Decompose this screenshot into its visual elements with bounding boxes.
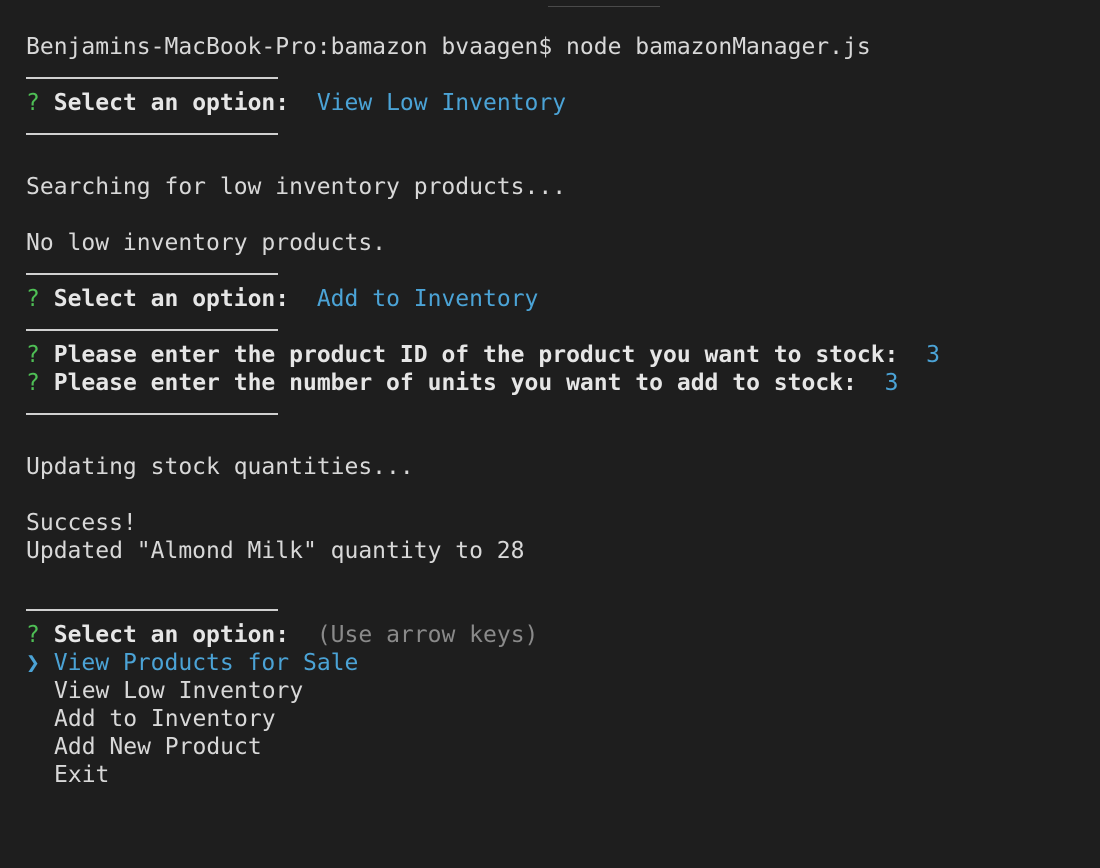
question-mark: ?: [26, 622, 40, 648]
prompt-label: Select an option:: [53, 286, 290, 312]
window-top-edge: [548, 6, 660, 7]
menu-item-view-low-inventory[interactable]: View Low Inventory: [26, 677, 1086, 705]
prompt-select-option-2: ? Select an option: Add to Inventory: [26, 285, 1086, 313]
menu-item-label: Exit: [54, 762, 110, 788]
separator: [26, 397, 1086, 425]
status-searching: Searching for low inventory products...: [26, 174, 567, 200]
command-line: Benjamins-MacBook-Pro:bamazon bvaagen$ n…: [26, 34, 871, 60]
status-updated-quantity: Updated "Almond Milk" quantity to 28: [26, 538, 525, 564]
prompt-answer: View Low Inventory: [316, 90, 567, 116]
menu-item-add-to-inventory[interactable]: Add to Inventory: [26, 705, 1086, 733]
question-mark: ?: [26, 342, 40, 368]
separator: [26, 593, 1086, 621]
prompt-label: Please enter the product ID of the produ…: [53, 342, 899, 368]
separator: [26, 61, 1086, 89]
menu-item-label: View Products for Sale: [53, 650, 359, 676]
prompt-select-option-3: ? Select an option: (Use arrow keys): [26, 621, 1086, 649]
question-mark: ?: [26, 370, 40, 396]
prompt-answer: 3: [884, 370, 899, 396]
menu-item-add-new-product[interactable]: Add New Product: [26, 733, 1086, 761]
prompt-product-id: ? Please enter the product ID of the pro…: [26, 341, 1086, 369]
separator: [26, 257, 1086, 285]
prompt-answer: 3: [926, 342, 940, 368]
separator: [26, 117, 1086, 145]
status-success: Success!: [26, 510, 137, 536]
prompt-label: Select an option:: [53, 90, 290, 116]
prompt-answer: Add to Inventory: [316, 286, 539, 312]
question-mark: ?: [26, 90, 40, 116]
separator: [26, 313, 1086, 341]
pointer-icon: ❯: [26, 650, 40, 676]
prompt-units: ? Please enter the number of units you w…: [26, 369, 1086, 397]
prompt-label: Please enter the number of units you wan…: [53, 370, 857, 396]
menu-item-label: Add New Product: [54, 734, 262, 760]
terminal-output: Benjamins-MacBook-Pro:bamazon bvaagen$ n…: [26, 33, 1086, 789]
question-mark: ?: [26, 286, 40, 312]
status-updating: Updating stock quantities...: [26, 454, 414, 480]
status-no-low-inventory: No low inventory products.: [26, 230, 387, 256]
menu-item-label: Add to Inventory: [54, 706, 276, 732]
prompt-label: Select an option:: [53, 622, 290, 648]
prompt-hint: (Use arrow keys): [316, 622, 539, 648]
menu-item-view-products[interactable]: ❯ View Products for Sale: [26, 649, 1086, 677]
menu-item-exit[interactable]: Exit: [26, 761, 1086, 789]
menu-item-label: View Low Inventory: [54, 678, 304, 704]
prompt-select-option-1: ? Select an option: View Low Inventory: [26, 89, 1086, 117]
